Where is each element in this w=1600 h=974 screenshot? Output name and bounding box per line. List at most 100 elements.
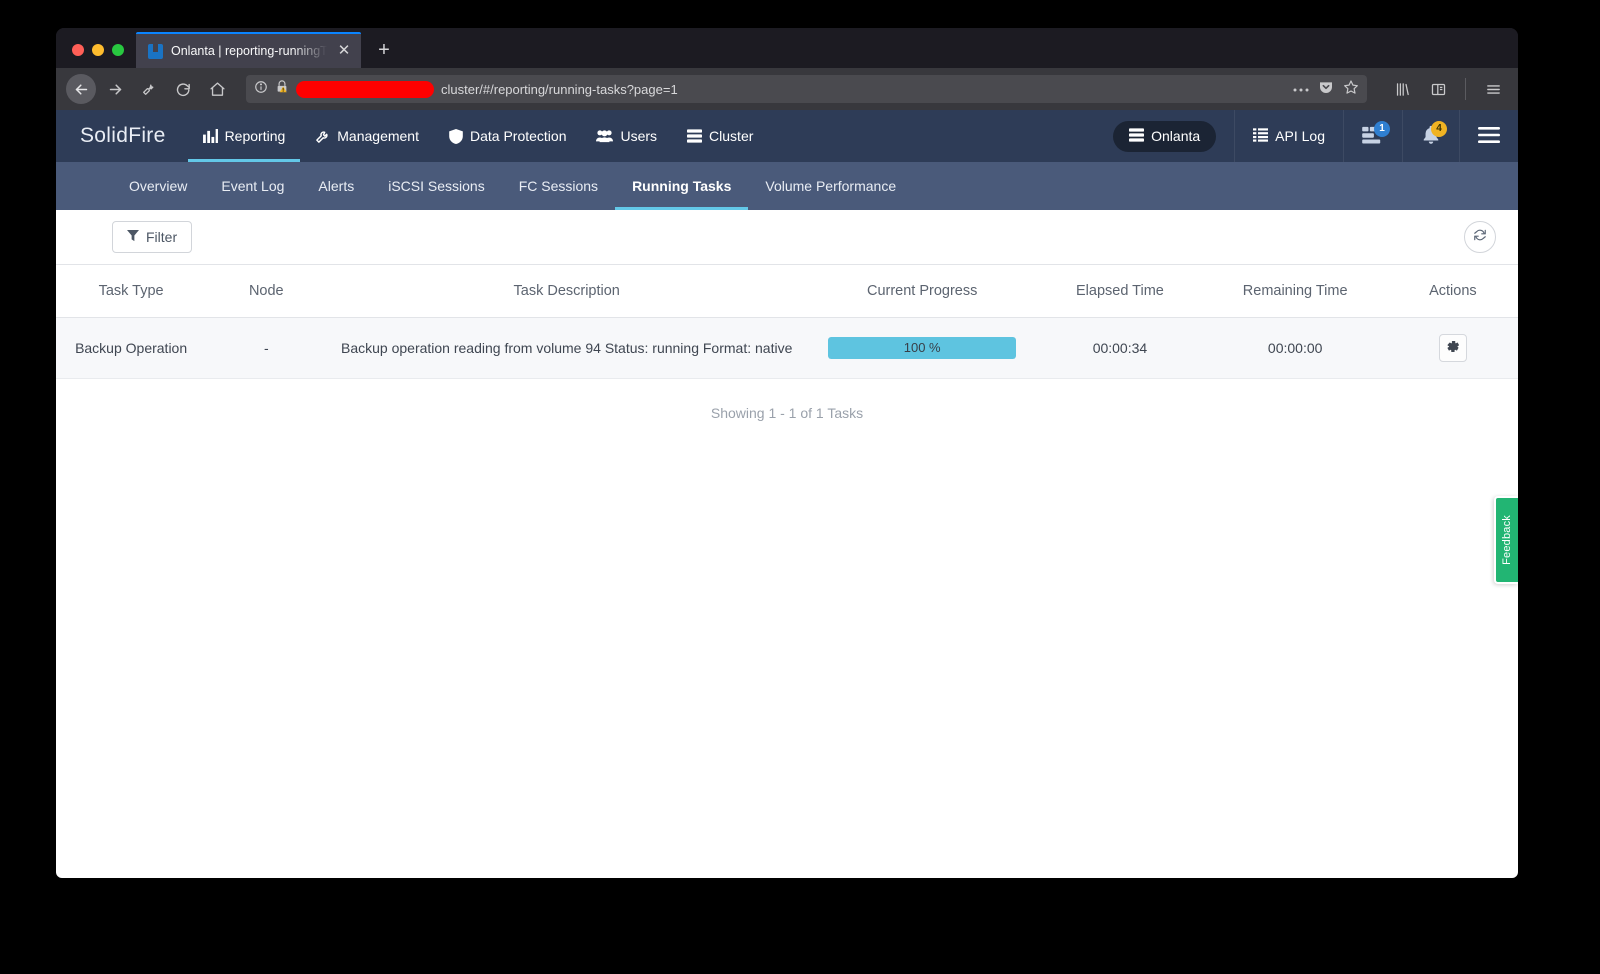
pocket-icon[interactable] (1318, 79, 1334, 100)
cell-actions (1388, 318, 1518, 379)
nav-item-cluster[interactable]: Cluster (672, 110, 768, 162)
results-summary: Showing 1 - 1 of 1 Tasks (56, 379, 1518, 447)
tab-volume-performance[interactable]: Volume Performance (748, 162, 913, 210)
bar-chart-icon (203, 129, 218, 143)
progress-bar: 100 % (828, 337, 1016, 359)
back-icon[interactable] (66, 74, 96, 104)
browser-window: Onlanta | reporting-runningTask ✕ + (56, 28, 1518, 878)
tab-fc-sessions[interactable]: FC Sessions (502, 162, 615, 210)
nav-item-management[interactable]: Management (300, 110, 434, 162)
tab-alerts[interactable]: Alerts (301, 162, 371, 210)
tab-iscsi-sessions[interactable]: iSCSI Sessions (371, 162, 501, 210)
nav-item-users[interactable]: Users (581, 110, 672, 162)
redacted-url-host (296, 81, 434, 98)
wrench-icon[interactable] (134, 74, 164, 104)
toolbar-divider (1465, 78, 1466, 100)
column-header-current-progress[interactable]: Current Progress (807, 265, 1037, 318)
running-tasks-table: Task Type Node Task Description Current … (56, 265, 1518, 379)
nav-label: Reporting (225, 128, 286, 144)
nav-label: Cluster (709, 128, 753, 144)
cell-remaining-time: 00:00:00 (1203, 318, 1388, 379)
feedback-tab[interactable]: Feedback (1494, 496, 1518, 584)
server-icon (687, 129, 702, 143)
secondary-navigation: Overview Event Log Alerts iSCSI Sessions… (56, 162, 1518, 210)
bookmark-star-icon[interactable] (1343, 79, 1359, 100)
tab-overview[interactable]: Overview (112, 162, 204, 210)
forward-icon[interactable] (100, 74, 130, 104)
primary-navigation: SolidFire Reporting Management (56, 110, 1518, 162)
minimize-window-button[interactable] (92, 44, 104, 56)
progress-bar-label: 100 % (828, 337, 1016, 359)
table-body: Backup Operation - Backup operation read… (56, 318, 1518, 379)
maximize-window-button[interactable] (112, 44, 124, 56)
window-controls (56, 44, 136, 68)
brand-logo[interactable]: SolidFire (56, 110, 188, 162)
cluster-badge[interactable]: Onlanta (1113, 121, 1216, 152)
reload-icon[interactable] (168, 74, 198, 104)
browser-toolbar: cluster/#/reporting/running-tasks?page=1 (56, 68, 1518, 110)
primary-nav-right: Onlanta API Log 1 (1113, 110, 1518, 162)
url-text: cluster/#/reporting/running-tasks?page=1 (441, 82, 1286, 97)
cluster-name: Onlanta (1151, 128, 1200, 144)
server-icon (1129, 128, 1144, 145)
status-badge: 4 (1431, 121, 1447, 137)
browser-menu-icon[interactable] (1478, 74, 1508, 104)
column-header-task-description[interactable]: Task Description (326, 265, 807, 318)
hamburger-icon (1478, 127, 1500, 146)
table-head: Task Type Node Task Description Current … (56, 265, 1518, 318)
nav-label: Users (620, 128, 657, 144)
api-log-button[interactable]: API Log (1234, 110, 1343, 162)
browser-tabstrip: Onlanta | reporting-runningTask ✕ + (56, 28, 1518, 68)
page-info-icon[interactable] (254, 80, 268, 99)
status-badge: 1 (1374, 121, 1390, 137)
library-icon[interactable] (1387, 74, 1417, 104)
nav-label: Management (337, 128, 419, 144)
content-toolbar: Filter (56, 210, 1518, 265)
funnel-icon (127, 229, 139, 245)
column-header-node[interactable]: Node (206, 265, 326, 318)
browser-tab[interactable]: Onlanta | reporting-runningTask ✕ (136, 32, 361, 68)
nav-item-data-protection[interactable]: Data Protection (434, 110, 582, 162)
app-viewport: SolidFire Reporting Management (56, 110, 1518, 878)
alerts-indicator[interactable]: 4 (1402, 110, 1459, 162)
address-bar[interactable]: cluster/#/reporting/running-tasks?page=1 (246, 75, 1367, 103)
lock-warning-icon[interactable] (275, 79, 289, 100)
users-icon (596, 129, 613, 143)
tab-event-log[interactable]: Event Log (204, 162, 301, 210)
refresh-button[interactable] (1464, 221, 1496, 253)
wrench-icon (315, 129, 330, 144)
gear-icon (1445, 339, 1460, 357)
table-header-row: Task Type Node Task Description Current … (56, 265, 1518, 318)
app-menu-button[interactable] (1459, 110, 1518, 162)
column-header-actions: Actions (1388, 265, 1518, 318)
cell-current-progress: 100 % (807, 318, 1037, 379)
column-header-elapsed-time[interactable]: Elapsed Time (1037, 265, 1202, 318)
filter-button[interactable]: Filter (112, 221, 192, 253)
close-window-button[interactable] (72, 44, 84, 56)
filter-label: Filter (146, 229, 177, 245)
refresh-icon (1473, 228, 1487, 247)
column-header-remaining-time[interactable]: Remaining Time (1203, 265, 1388, 318)
table-row[interactable]: Backup Operation - Backup operation read… (56, 318, 1518, 379)
primary-nav-items: Reporting Management Data Protection (188, 110, 769, 162)
tab-running-tasks[interactable]: Running Tasks (615, 162, 748, 210)
running-tasks-indicator[interactable]: 1 (1343, 110, 1402, 162)
cell-node: - (206, 318, 326, 379)
cell-task-type: Backup Operation (56, 318, 206, 379)
shield-icon (449, 129, 463, 144)
tab-title: Onlanta | reporting-runningTask (171, 44, 327, 58)
list-icon (1253, 128, 1268, 145)
sidebar-icon[interactable] (1423, 74, 1453, 104)
column-header-task-type[interactable]: Task Type (56, 265, 206, 318)
cell-task-description: Backup operation reading from volume 94 … (326, 318, 807, 379)
nav-item-reporting[interactable]: Reporting (188, 110, 301, 162)
site-favicon (148, 44, 163, 59)
new-tab-button[interactable]: + (369, 35, 399, 65)
home-icon[interactable] (202, 74, 232, 104)
api-log-label: API Log (1275, 128, 1325, 144)
feedback-label: Feedback (1501, 515, 1513, 565)
row-actions-button[interactable] (1439, 334, 1467, 362)
page-actions-icon[interactable] (1293, 80, 1309, 98)
close-icon[interactable]: ✕ (335, 42, 353, 60)
cell-elapsed-time: 00:00:34 (1037, 318, 1202, 379)
